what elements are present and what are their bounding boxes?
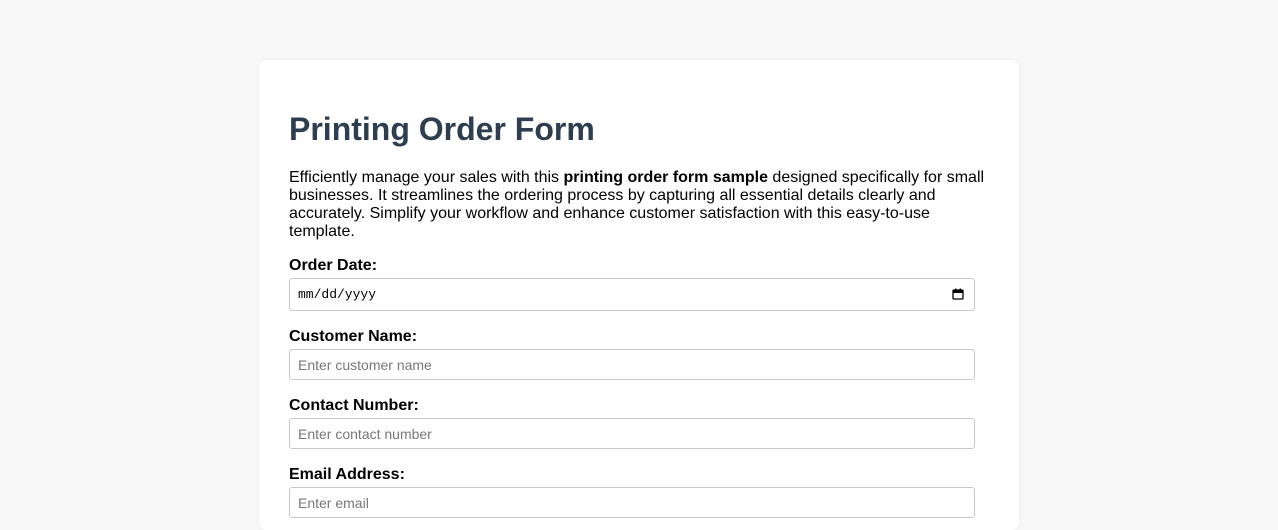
intro-text-bold: printing order form sample: [563, 169, 768, 186]
contact-number-input[interactable]: Enter contact number: [289, 418, 975, 449]
page-title: Printing Order Form: [289, 111, 595, 147]
email-address-label: Email Address:: [289, 466, 405, 483]
intro-paragraph: Efficiently manage your sales with this …: [289, 169, 989, 241]
email-address-placeholder: Enter email: [298, 495, 369, 511]
order-date-input[interactable]: mm/dd/yyyy: [289, 278, 975, 311]
order-date-label: Order Date:: [289, 257, 378, 274]
order-date-value: mm/dd/yyyy: [298, 287, 377, 302]
intro-text-start: Efficiently manage your sales with this: [289, 169, 564, 186]
customer-name-placeholder: Enter customer name: [298, 357, 432, 373]
order-form-card: Printing Order Form Efficiently manage y…: [259, 60, 1019, 530]
email-address-input[interactable]: Enter email: [289, 487, 975, 518]
contact-number-placeholder: Enter contact number: [298, 426, 432, 442]
calendar-icon[interactable]: [952, 288, 964, 300]
customer-name-label: Customer Name:: [289, 328, 418, 345]
contact-number-label: Contact Number:: [289, 397, 419, 414]
customer-name-input[interactable]: Enter customer name: [289, 349, 975, 380]
